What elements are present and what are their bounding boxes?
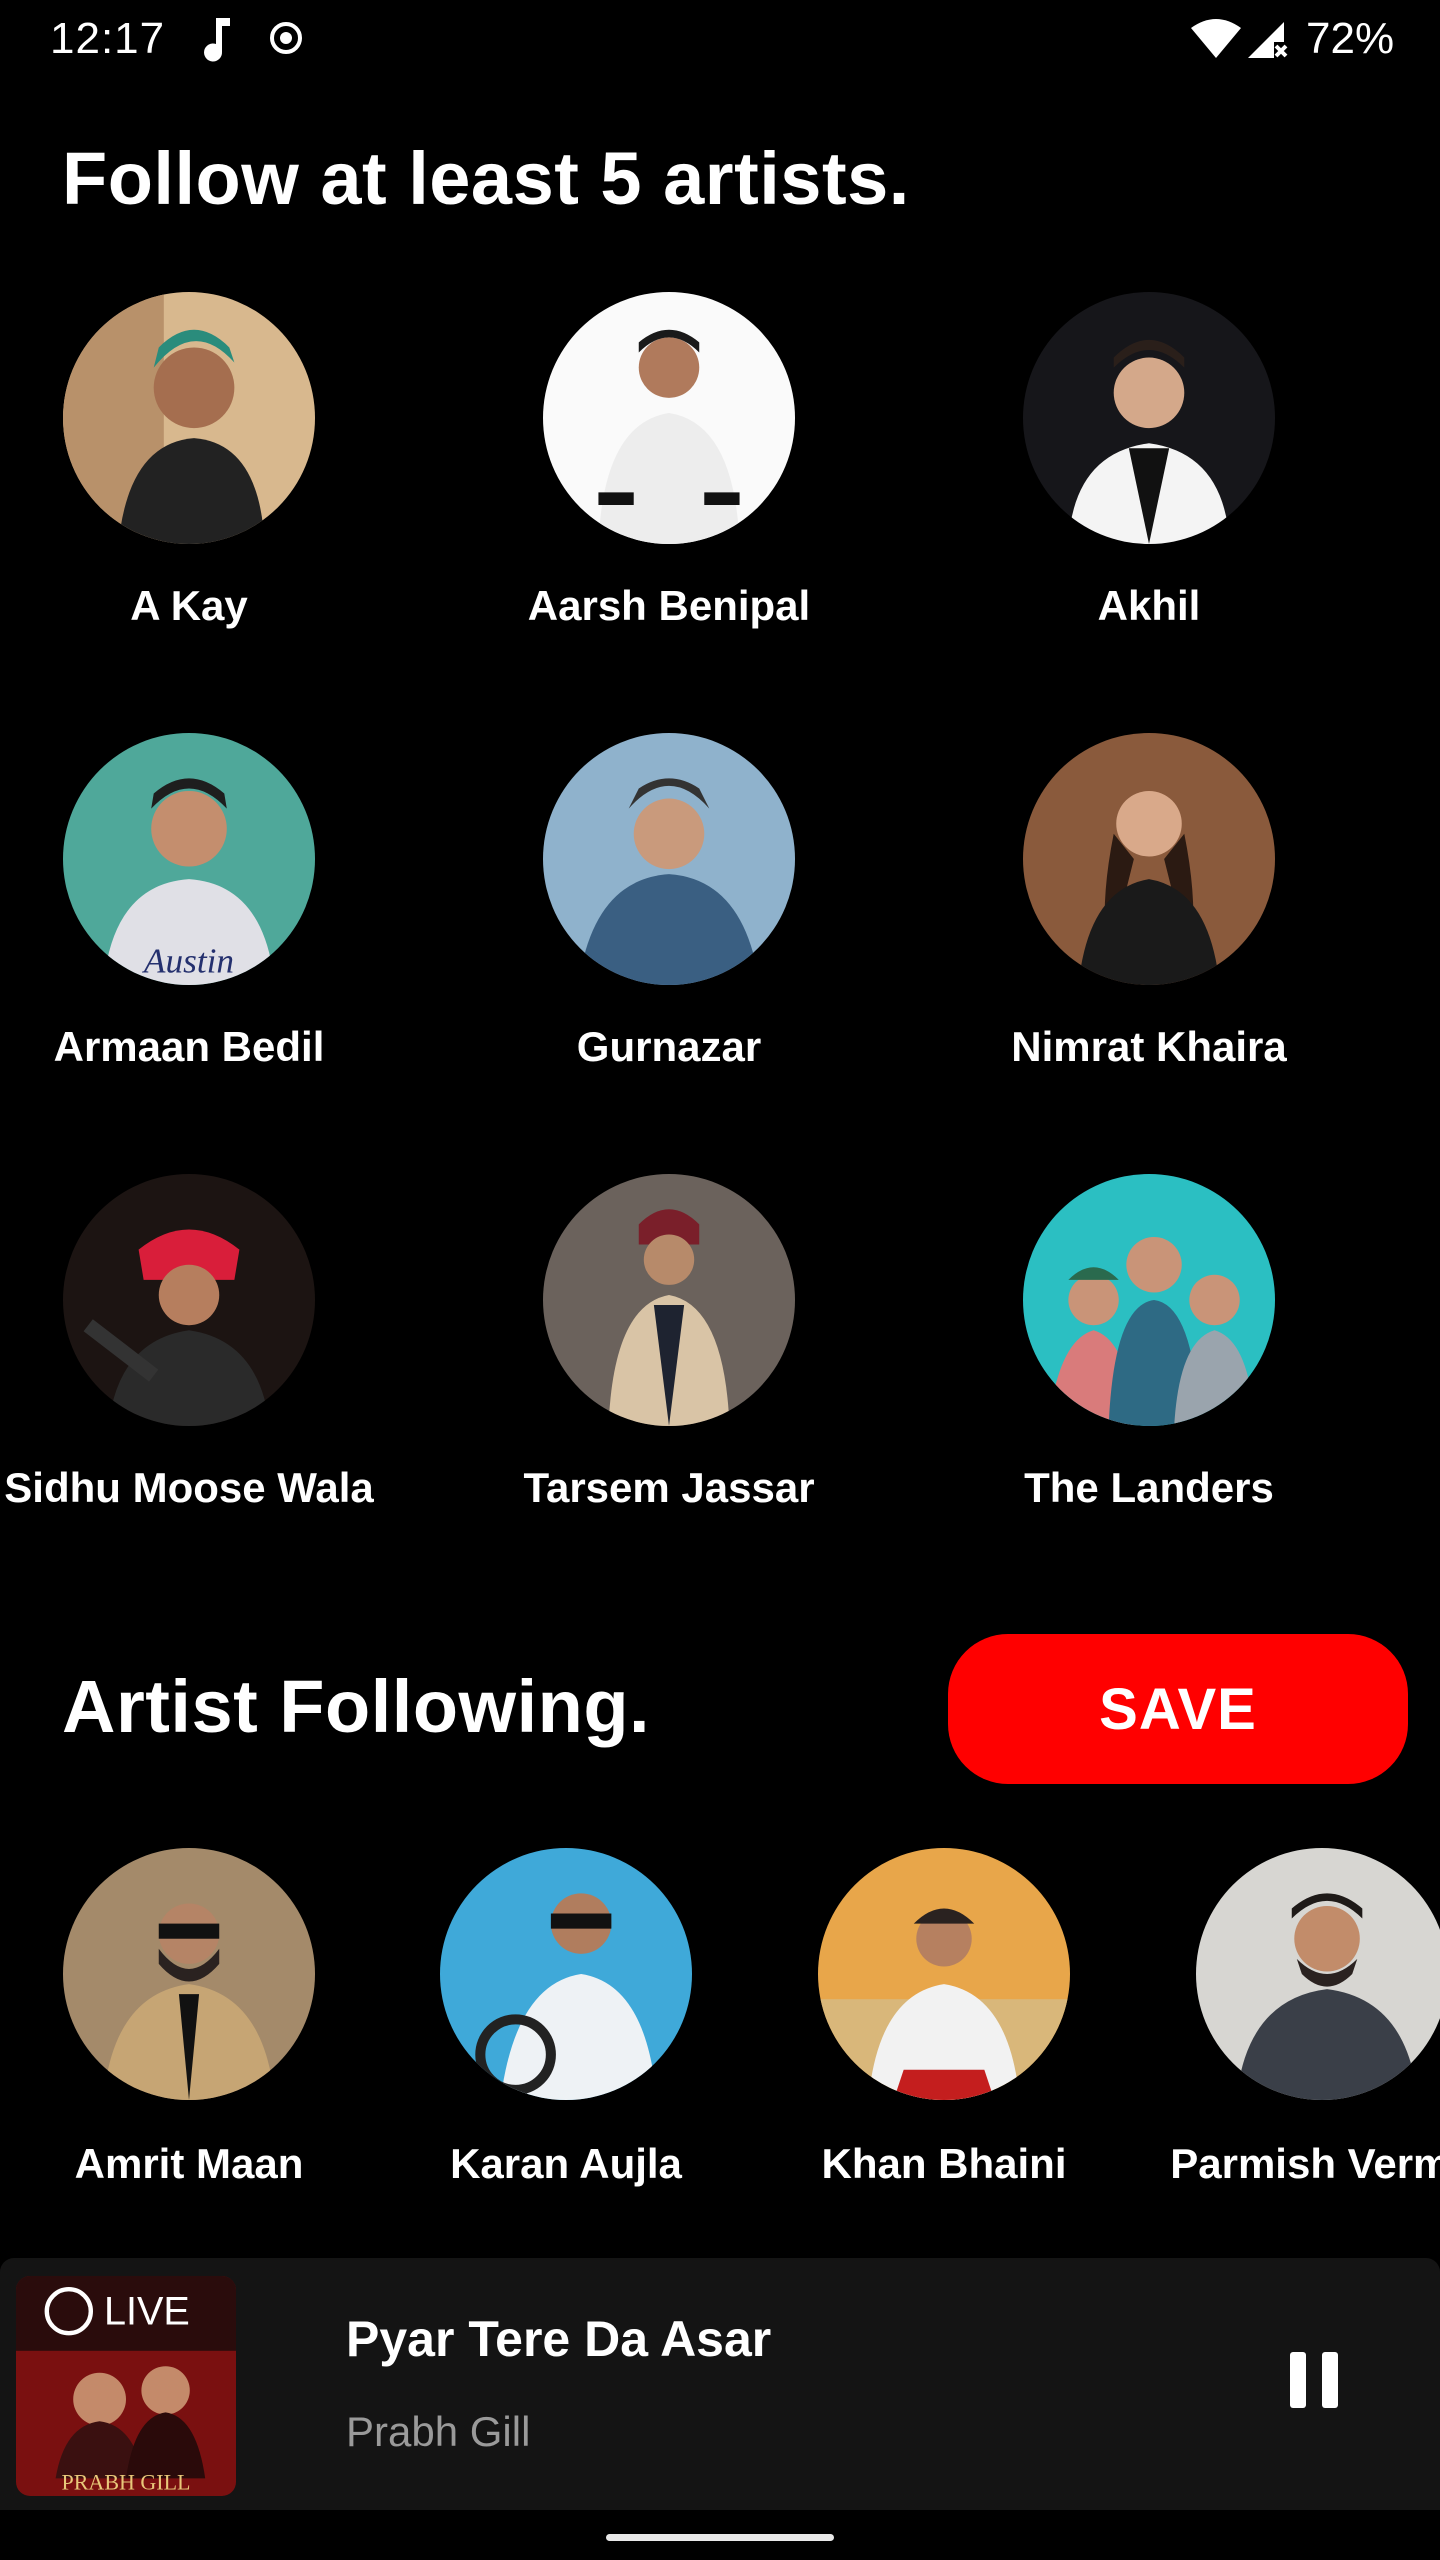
artist-name: Gurnazar [576,1023,762,1070]
artist-avatar[interactable] [1196,1848,1440,2100]
artist-avatar[interactable]: Austin [63,733,315,985]
album-art[interactable]: LIVE PRABH GILL [16,2276,236,2496]
mini-player[interactable]: LIVE PRABH GILL Pyar Tere Da Asar Prabh … [0,2258,1440,2510]
artist-avatar[interactable] [440,1848,692,2100]
artist-name: The Landers [1024,1464,1274,1511]
artist-name: Nimrat Khaira [1011,1023,1287,1070]
album-art-live-text: LIVE [104,2289,190,2333]
artist-avatar[interactable] [63,292,315,544]
save-button[interactable]: SAVE [948,1634,1408,1784]
screen: 12:17 72% Follow at least 5 artists. A K… [0,0,1440,2560]
signal-icon [1248,22,1288,58]
artist-name: Armaan Bedil [53,1023,325,1070]
following-section-title: Artist Following. [62,1665,651,1748]
wifi-icon [1191,19,1241,58]
artist-name: Khan Bhaini [821,2140,1067,2187]
artist-name: Amrit Maan [74,2140,304,2187]
svg-text:Austin: Austin [142,941,234,980]
artist-avatar[interactable] [543,733,795,985]
status-bar: 12:17 72% [0,0,1440,80]
navigation-handle[interactable] [606,2534,834,2541]
track-title: Pyar Tere Da Asar [346,2311,772,2367]
record-icon [270,22,302,54]
artist-avatar[interactable] [543,292,795,544]
artist-avatar[interactable] [818,1848,1070,2100]
artist-name: Akhil [1097,582,1201,629]
artist-avatar[interactable] [63,1848,315,2100]
artist-avatar[interactable] [63,1174,315,1426]
pause-icon[interactable] [1278,2344,1350,2416]
artist-name: Sidhu Moose Wala [4,1464,374,1511]
music-note-icon [204,18,230,62]
artist-name: Tarsem Jassar [523,1464,815,1511]
battery-percent: 72% [1306,14,1395,63]
artist-avatar[interactable] [1023,733,1275,985]
artist-name: Karan Aujla [450,2140,682,2187]
artist-avatar[interactable] [543,1174,795,1426]
artist-avatar[interactable] [1023,1174,1275,1426]
artist-name: A Kay [130,582,248,629]
follow-section-title: Follow at least 5 artists. [62,137,910,220]
artist-name: Aarsh Benipal [527,582,811,629]
artist-avatar[interactable] [1023,292,1275,544]
album-art-artist-text: PRABH GILL [62,2469,191,2494]
track-artist: Prabh Gill [346,2408,531,2455]
status-time: 12:17 [50,14,166,63]
artist-name: Parmish Verma [1170,2140,1440,2187]
